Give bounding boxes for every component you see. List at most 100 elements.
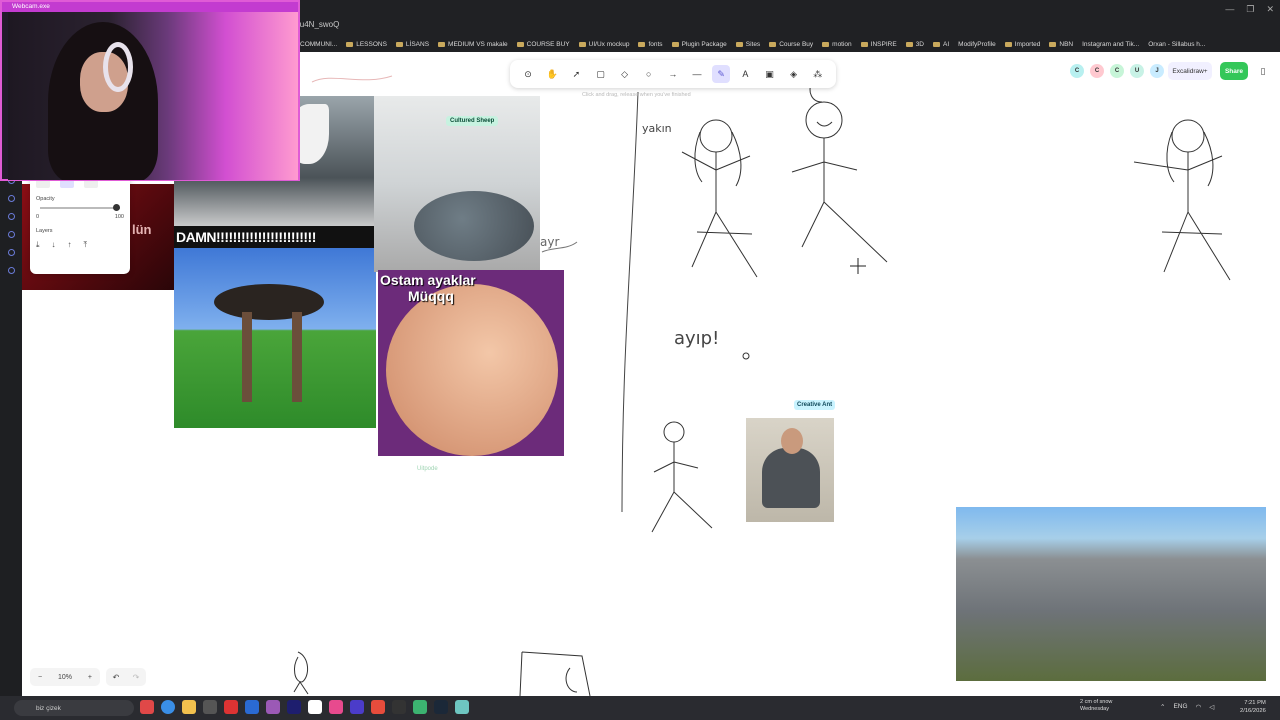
excalidraw-plus-button[interactable]: Excalidraw+ <box>1168 62 1212 80</box>
bookmark-item[interactable]: MEDIUM VS makale <box>438 41 508 48</box>
bookmark-item[interactable]: COURSE BUY <box>516 41 570 48</box>
app-icon[interactable] <box>287 700 301 714</box>
volume-icon[interactable]: ◁ <box>1209 703 1214 711</box>
bookmark-item[interactable]: AI <box>933 41 949 48</box>
more-tools-icon[interactable]: ⁂ <box>809 65 827 83</box>
rail-icon[interactable] <box>7 195 15 202</box>
app-icon[interactable] <box>329 700 343 714</box>
redo-icon[interactable]: ↷ <box>133 673 140 682</box>
bookmark-item[interactable]: Instagram and Tik... <box>1082 41 1139 48</box>
rail-icon[interactable] <box>7 231 15 238</box>
bookmark-item[interactable]: LESSONS <box>346 41 387 48</box>
maximize-button[interactable]: ❐ <box>1246 4 1254 15</box>
app-icon[interactable] <box>455 700 469 714</box>
stroke-width-options <box>36 180 124 188</box>
zoom-in-button[interactable]: + <box>88 674 92 681</box>
bookmark-item[interactable]: motion <box>822 41 852 48</box>
bookmark-item[interactable]: Sites <box>735 41 760 48</box>
wifi-icon[interactable]: ◠ <box>1196 703 1202 711</box>
foot-meme-image[interactable]: Ostam ayaklar Müqqq <box>378 270 564 456</box>
send-backward-icon[interactable]: ↓ <box>52 240 56 250</box>
line-icon[interactable]: — <box>688 65 706 83</box>
app-icon[interactable] <box>140 700 154 714</box>
app-icon[interactable] <box>392 700 406 714</box>
diamond-icon[interactable]: ◇ <box>616 65 634 83</box>
avatar[interactable]: J <box>1150 64 1164 78</box>
arrow-icon[interactable]: → <box>664 65 682 83</box>
avatar[interactable]: C <box>1070 64 1084 78</box>
bottom-doodle <box>293 651 309 695</box>
undo-icon[interactable]: ↶ <box>113 673 120 682</box>
man-photo[interactable] <box>746 418 834 522</box>
lock-icon[interactable]: ⊙ <box>519 65 537 83</box>
minimize-button[interactable]: — <box>1225 4 1234 15</box>
bookmark-item[interactable]: fonts <box>638 41 663 48</box>
rail-icon[interactable] <box>7 249 15 256</box>
app-icon[interactable] <box>245 700 259 714</box>
rectangle-icon[interactable]: ▢ <box>591 65 609 83</box>
rail-icon[interactable] <box>7 267 15 274</box>
taskbar-search[interactable]: biz çizek <box>14 700 134 716</box>
avatar[interactable]: U <box>1130 64 1144 78</box>
bring-forward-icon[interactable]: ↑ <box>68 240 72 250</box>
app-icon[interactable] <box>371 700 385 714</box>
send-to-back-icon[interactable]: ⤓ <box>36 240 40 250</box>
rail-icon[interactable] <box>7 213 15 220</box>
browser-tab[interactable]: iu4N_swoQ <box>298 20 438 36</box>
app-icon[interactable] <box>266 700 280 714</box>
app-icon[interactable] <box>350 700 364 714</box>
bookmark-item[interactable]: 3D <box>905 41 924 48</box>
bookmark-item[interactable]: ModifyProfile <box>958 41 996 48</box>
ellipse-icon[interactable]: ○ <box>640 65 658 83</box>
bring-to-front-icon[interactable]: ⤒ <box>84 240 88 250</box>
undo-redo-controls: ↶ ↷ <box>106 668 146 686</box>
collaborator-cursor-label: Creative Ant <box>794 400 836 410</box>
stick-figure-head <box>805 101 843 139</box>
library-icon[interactable]: ▯ <box>1254 62 1272 80</box>
steam-icon[interactable] <box>434 700 448 714</box>
stroke-bold-option[interactable] <box>84 180 98 188</box>
bookmark-item[interactable]: Course Buy <box>769 41 813 48</box>
handwriting-dot <box>742 352 750 360</box>
bookmark-item[interactable]: COMMUNI... <box>300 41 337 48</box>
slider-knob[interactable] <box>113 204 120 211</box>
folder-icon <box>438 41 446 47</box>
browser-app-icon[interactable] <box>161 700 175 714</box>
bookmark-item[interactable]: LİSANS <box>395 41 429 48</box>
taskbar-clock[interactable]: 7:21 PM 2/16/2026 <box>1240 699 1266 715</box>
selection-icon[interactable]: ➚ <box>567 65 585 83</box>
text-icon[interactable]: A <box>736 65 754 83</box>
bookmark-item[interactable]: Orxan - Sillabus h... <box>1148 41 1205 48</box>
bookmark-item[interactable]: INSPIRE <box>860 41 897 48</box>
app-icon[interactable] <box>413 700 427 714</box>
bookmark-item[interactable]: NBN <box>1049 41 1073 48</box>
stroke-thin-option[interactable] <box>36 180 50 188</box>
eraser-icon[interactable]: ◈ <box>785 65 803 83</box>
weather-widget[interactable]: 2 cm of snow Wednesday <box>1080 699 1112 713</box>
folder-app-icon[interactable] <box>182 700 196 714</box>
bookmark-item[interactable]: Imported <box>1004 41 1040 48</box>
shirt-shape <box>762 448 820 508</box>
zoom-level[interactable]: 10% <box>58 674 72 681</box>
webcam-window[interactable]: Webcam.exe <box>0 0 300 181</box>
image-icon[interactable]: ▣ <box>760 65 778 83</box>
hand-icon[interactable]: ✋ <box>543 65 561 83</box>
app-icon[interactable] <box>224 700 238 714</box>
share-button[interactable]: Share <box>1220 62 1248 80</box>
close-window-button[interactable]: ✕ <box>1266 4 1274 15</box>
app-icon[interactable] <box>203 700 217 714</box>
ostrich-meme-image[interactable] <box>174 248 376 428</box>
opacity-slider[interactable] <box>40 204 120 211</box>
avatar[interactable]: C <box>1110 64 1124 78</box>
stroke-medium-option[interactable] <box>60 180 74 188</box>
bookmark-item[interactable]: UI/Ux mockup <box>578 41 629 48</box>
game-screenshot-image[interactable] <box>956 507 1266 681</box>
pink-scribble <box>311 75 393 83</box>
pencil-icon[interactable]: ✎ <box>712 65 731 83</box>
chevron-up-icon[interactable]: ⌃ <box>1160 703 1165 711</box>
language-indicator[interactable]: ENG <box>1173 703 1187 711</box>
bookmark-item[interactable]: Plugin Package <box>671 41 727 48</box>
app-icon[interactable] <box>308 700 322 714</box>
avatar[interactable]: C <box>1090 64 1104 78</box>
zoom-out-button[interactable]: − <box>38 674 42 681</box>
